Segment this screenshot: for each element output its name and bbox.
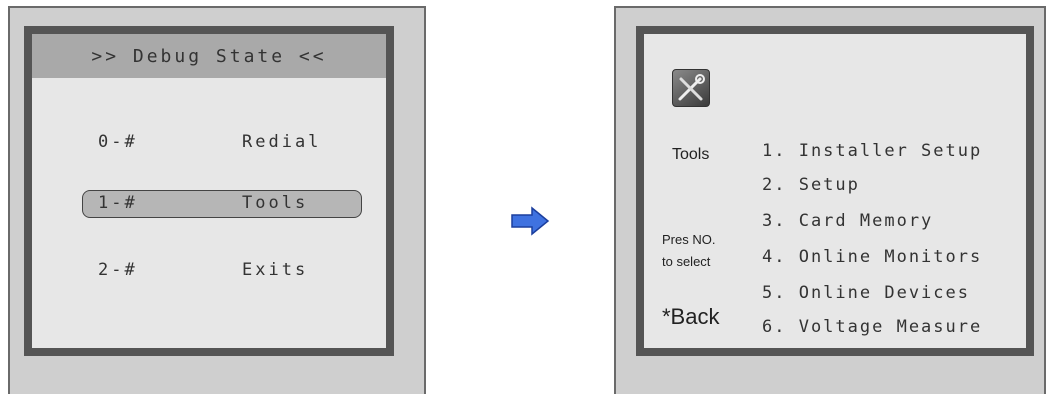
menu-item-exits[interactable]: 2-# Exits <box>32 256 386 286</box>
menu-item-tools[interactable]: 1-# Tools <box>32 190 386 220</box>
option-card-memory[interactable]: 3. Card Memory <box>762 211 933 231</box>
back-option[interactable]: *Back <box>662 304 719 330</box>
prompt-text-line2: to select <box>662 254 711 269</box>
option-online-devices[interactable]: 5. Online Devices <box>762 283 970 303</box>
option-setup[interactable]: 2. Setup <box>762 175 860 195</box>
tools-label: Tools <box>672 146 710 163</box>
option-online-monitors[interactable]: 4. Online Monitors <box>762 247 982 267</box>
tools-screen: Tools Pres NO. to select *Back 1. Instal… <box>636 26 1034 356</box>
prompt-text-line1: Pres NO. <box>662 232 716 247</box>
option-voltage-measure[interactable]: 6. Voltage Measure <box>762 317 982 337</box>
menu-item-label: Exits <box>242 260 309 280</box>
menu-item-redial[interactable]: 0-# Redial <box>32 128 386 158</box>
option-installer-setup[interactable]: 1. Installer Setup <box>762 141 982 161</box>
debug-state-screen: >> Debug State << 0-# Redial 1-# Tools 2… <box>24 26 394 356</box>
menu-item-code: 0-# <box>98 132 138 152</box>
right-arrow-icon <box>511 206 550 236</box>
tools-icon <box>672 69 710 107</box>
screen-title: >> Debug State << <box>32 34 386 78</box>
menu-item-label: Redial <box>242 132 322 152</box>
menu-item-label: Tools <box>242 193 309 213</box>
menu-item-code: 2-# <box>98 260 138 280</box>
menu-item-code: 1-# <box>98 193 138 213</box>
